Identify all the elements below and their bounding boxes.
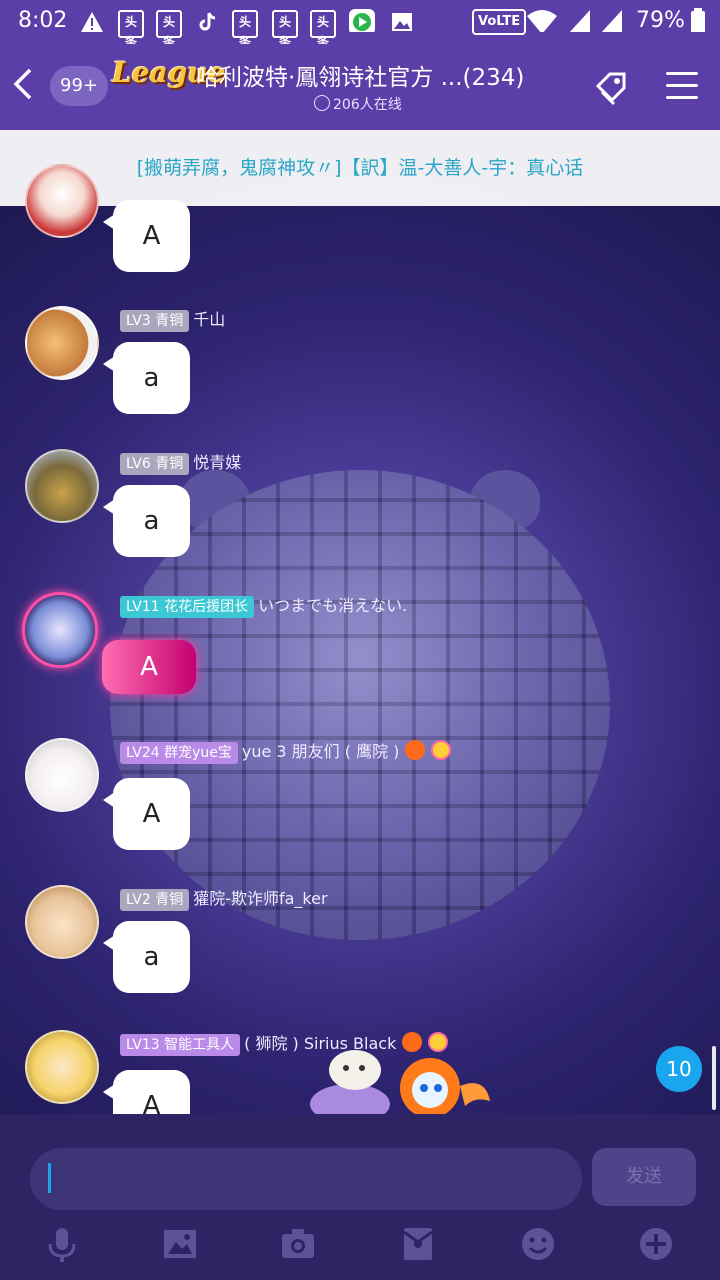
microphone-icon[interactable] <box>42 1224 82 1264</box>
chat-header: 99+ League 哈利波特·鳳翎诗社官方 ...(234) 206人在线 <box>0 44 720 130</box>
status-bar: 8:02 头条 头条 头条 头条 头条 VoLTE 79% <box>0 0 720 49</box>
tag-icon[interactable] <box>592 68 632 108</box>
chevron-circle-icon <box>314 95 330 111</box>
red-packet-icon[interactable] <box>398 1224 438 1264</box>
image-icon[interactable] <box>160 1224 200 1264</box>
group-title[interactable]: 哈利波特·鳳翎诗社官方 ...(234) <box>196 58 586 92</box>
sender-line: LV24 群宠yue宝 yue 3 朋友们 ( 鹰院 ) <box>120 738 452 764</box>
sender-name[interactable]: いつまでも消えない. <box>258 596 407 615</box>
input-bar: 发送 <box>0 1114 720 1280</box>
level-badge: LV6 青铜 <box>120 453 190 475</box>
sender-line: LV11 花花后援团长 いつまでも消えない. <box>120 592 407 618</box>
volte-badge: VoLTE <box>472 9 527 35</box>
battery-percent: 79% <box>636 8 685 33</box>
avatar[interactable] <box>25 306 99 380</box>
toutiao-app-icon: 头条 <box>156 10 182 49</box>
message-bubble[interactable]: a <box>103 342 190 414</box>
level-badge: LV24 群宠yue宝 <box>120 742 238 764</box>
sender-name[interactable]: 獾院-欺诈师fa_ker <box>193 889 327 908</box>
warning-icon <box>81 12 103 32</box>
message-bubble[interactable]: A <box>103 778 190 850</box>
level-badge: LV2 青铜 <box>120 889 190 911</box>
tiktok-icon <box>199 12 216 31</box>
battery-icon <box>691 8 705 32</box>
menu-icon[interactable] <box>666 72 698 102</box>
sender-name[interactable]: 悦青媒 <box>193 453 241 472</box>
message-bubble[interactable]: a <box>103 485 190 557</box>
unread-count-bubble[interactable]: 10 <box>656 1046 702 1092</box>
add-icon[interactable] <box>636 1224 676 1264</box>
back-arrow-icon[interactable] <box>10 64 40 104</box>
toutiao-app-icon: 头条 <box>310 10 336 49</box>
toutiao-app-icon: 头条 <box>272 10 298 49</box>
text-cursor <box>48 1163 51 1193</box>
avatar[interactable] <box>25 164 99 238</box>
wifi-icon <box>527 10 557 32</box>
send-button[interactable]: 发送 <box>592 1148 696 1206</box>
flower-icon <box>431 740 452 760</box>
avatar[interactable] <box>25 449 99 523</box>
message-bubble[interactable]: A <box>102 640 196 694</box>
message-bubble[interactable]: a <box>103 921 190 993</box>
level-badge: LV11 花花后援团长 <box>120 596 255 618</box>
level-badge: LV13 智能工具人 <box>120 1034 241 1056</box>
message-bubble[interactable]: A <box>103 1070 190 1121</box>
avatar[interactable] <box>22 592 98 668</box>
signal-x-icon <box>601 10 622 32</box>
camera-icon[interactable] <box>278 1224 318 1264</box>
sender-line: LV2 青铜 獾院-欺诈师fa_ker <box>120 885 328 911</box>
image-icon <box>392 13 412 31</box>
message-bubble[interactable]: A <box>103 200 190 272</box>
status-time: 8:02 <box>18 8 68 33</box>
avatar[interactable] <box>25 885 99 959</box>
sender-name[interactable]: yue 3 朋友们 ( 鹰院 ) <box>242 742 400 761</box>
avatar[interactable] <box>25 1030 99 1104</box>
sender-line: LV6 青铜 悦青媒 <box>120 449 241 475</box>
online-count: 206人在线 <box>314 94 402 114</box>
scrollbar[interactable] <box>712 1046 716 1110</box>
sender-line: LV3 青铜 千山 <box>120 306 225 332</box>
mascot-sticker <box>310 1050 490 1118</box>
level-badge: LV3 青铜 <box>120 310 190 332</box>
announcement-banner[interactable]: [搬萌弄腐，鬼腐神攻〃]【訳】温-大善人-宇：真心话 <box>0 130 720 206</box>
emoji-icon[interactable] <box>518 1224 558 1264</box>
avatar[interactable] <box>25 738 99 812</box>
signal-icon <box>569 10 590 32</box>
fire-icon <box>405 740 426 760</box>
toutiao-app-icon: 头条 <box>118 10 144 49</box>
sender-name[interactable]: 千山 <box>193 310 225 329</box>
message-input[interactable] <box>30 1148 582 1210</box>
unread-badge[interactable]: 99+ <box>50 66 108 106</box>
toutiao-app-icon: 头条 <box>232 10 258 49</box>
video-app-icon <box>349 9 375 32</box>
online-count-text: 206人在线 <box>333 97 402 113</box>
